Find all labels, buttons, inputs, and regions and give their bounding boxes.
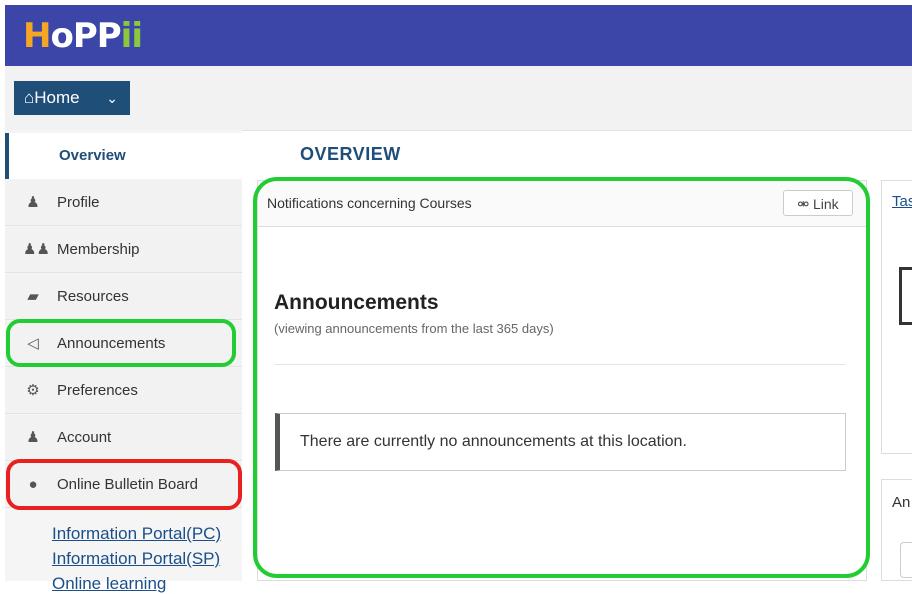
chevron-down-icon: ⌄: [106, 90, 118, 106]
sidebar-item-label: Profile: [57, 194, 100, 211]
link-information-portal-sp[interactable]: Information Portal(SP): [52, 549, 220, 569]
highlight-notifications-panel: [253, 177, 870, 578]
tab-tasks[interactable]: Tas: [892, 193, 912, 210]
sidebar-item-label: Resources: [57, 288, 129, 305]
highlight-announcements: [6, 319, 236, 367]
users-icon: ♟♟: [23, 241, 50, 258]
logo-letter: P: [72, 16, 98, 56]
link-information-portal-pc[interactable]: Information Portal(PC): [52, 524, 221, 544]
logo-letter: H: [23, 16, 51, 56]
sidebar-item-profile[interactable]: ♟ Profile: [5, 180, 242, 226]
sidebar-item-label: Overview: [59, 147, 126, 164]
right-panel-content: [899, 267, 912, 325]
user-icon: ♟: [26, 194, 40, 211]
gear-icon: ⚙: [26, 382, 40, 399]
user-icon: ♟: [26, 429, 40, 446]
sidebar-item-resources[interactable]: ▰ Resources: [5, 274, 242, 320]
sidebar-item-label: Account: [57, 429, 112, 446]
logo-letter: P: [96, 16, 122, 56]
sidebar-item-account[interactable]: ♟ Account: [5, 415, 242, 461]
hoppii-logo[interactable]: HoPPii: [23, 16, 143, 56]
navigation-bar: [5, 66, 912, 130]
sidebar-item-label: Preferences: [57, 382, 138, 399]
home-icon: ⌂: [24, 88, 35, 107]
folder-open-icon: ▰: [27, 288, 39, 305]
page-title: OVERVIEW: [300, 144, 401, 164]
right-panel-secondary: An: [881, 479, 912, 581]
highlight-online-bulletin-board: [6, 459, 242, 510]
sidebar-item-membership[interactable]: ♟♟ Membership: [5, 227, 242, 273]
sidebar-item-label: Membership: [57, 241, 140, 258]
logo-letter: ii: [120, 16, 143, 56]
right-panel-control[interactable]: [900, 542, 912, 578]
home-label: Home: [34, 88, 80, 107]
home-dropdown-button[interactable]: ⌂Home ⌄: [14, 81, 130, 115]
top-header-bar: HoPPii: [5, 5, 912, 66]
logo-letter: o: [50, 16, 73, 56]
right-panel-tasks: Tas: [881, 180, 912, 454]
link-online-learning[interactable]: Online learning: [52, 574, 166, 594]
sidebar-item-overview[interactable]: Overview: [5, 133, 242, 179]
right-panel-title: An: [892, 494, 911, 511]
content-divider: [242, 130, 912, 131]
sidebar-item-preferences[interactable]: ⚙ Preferences: [5, 368, 242, 414]
